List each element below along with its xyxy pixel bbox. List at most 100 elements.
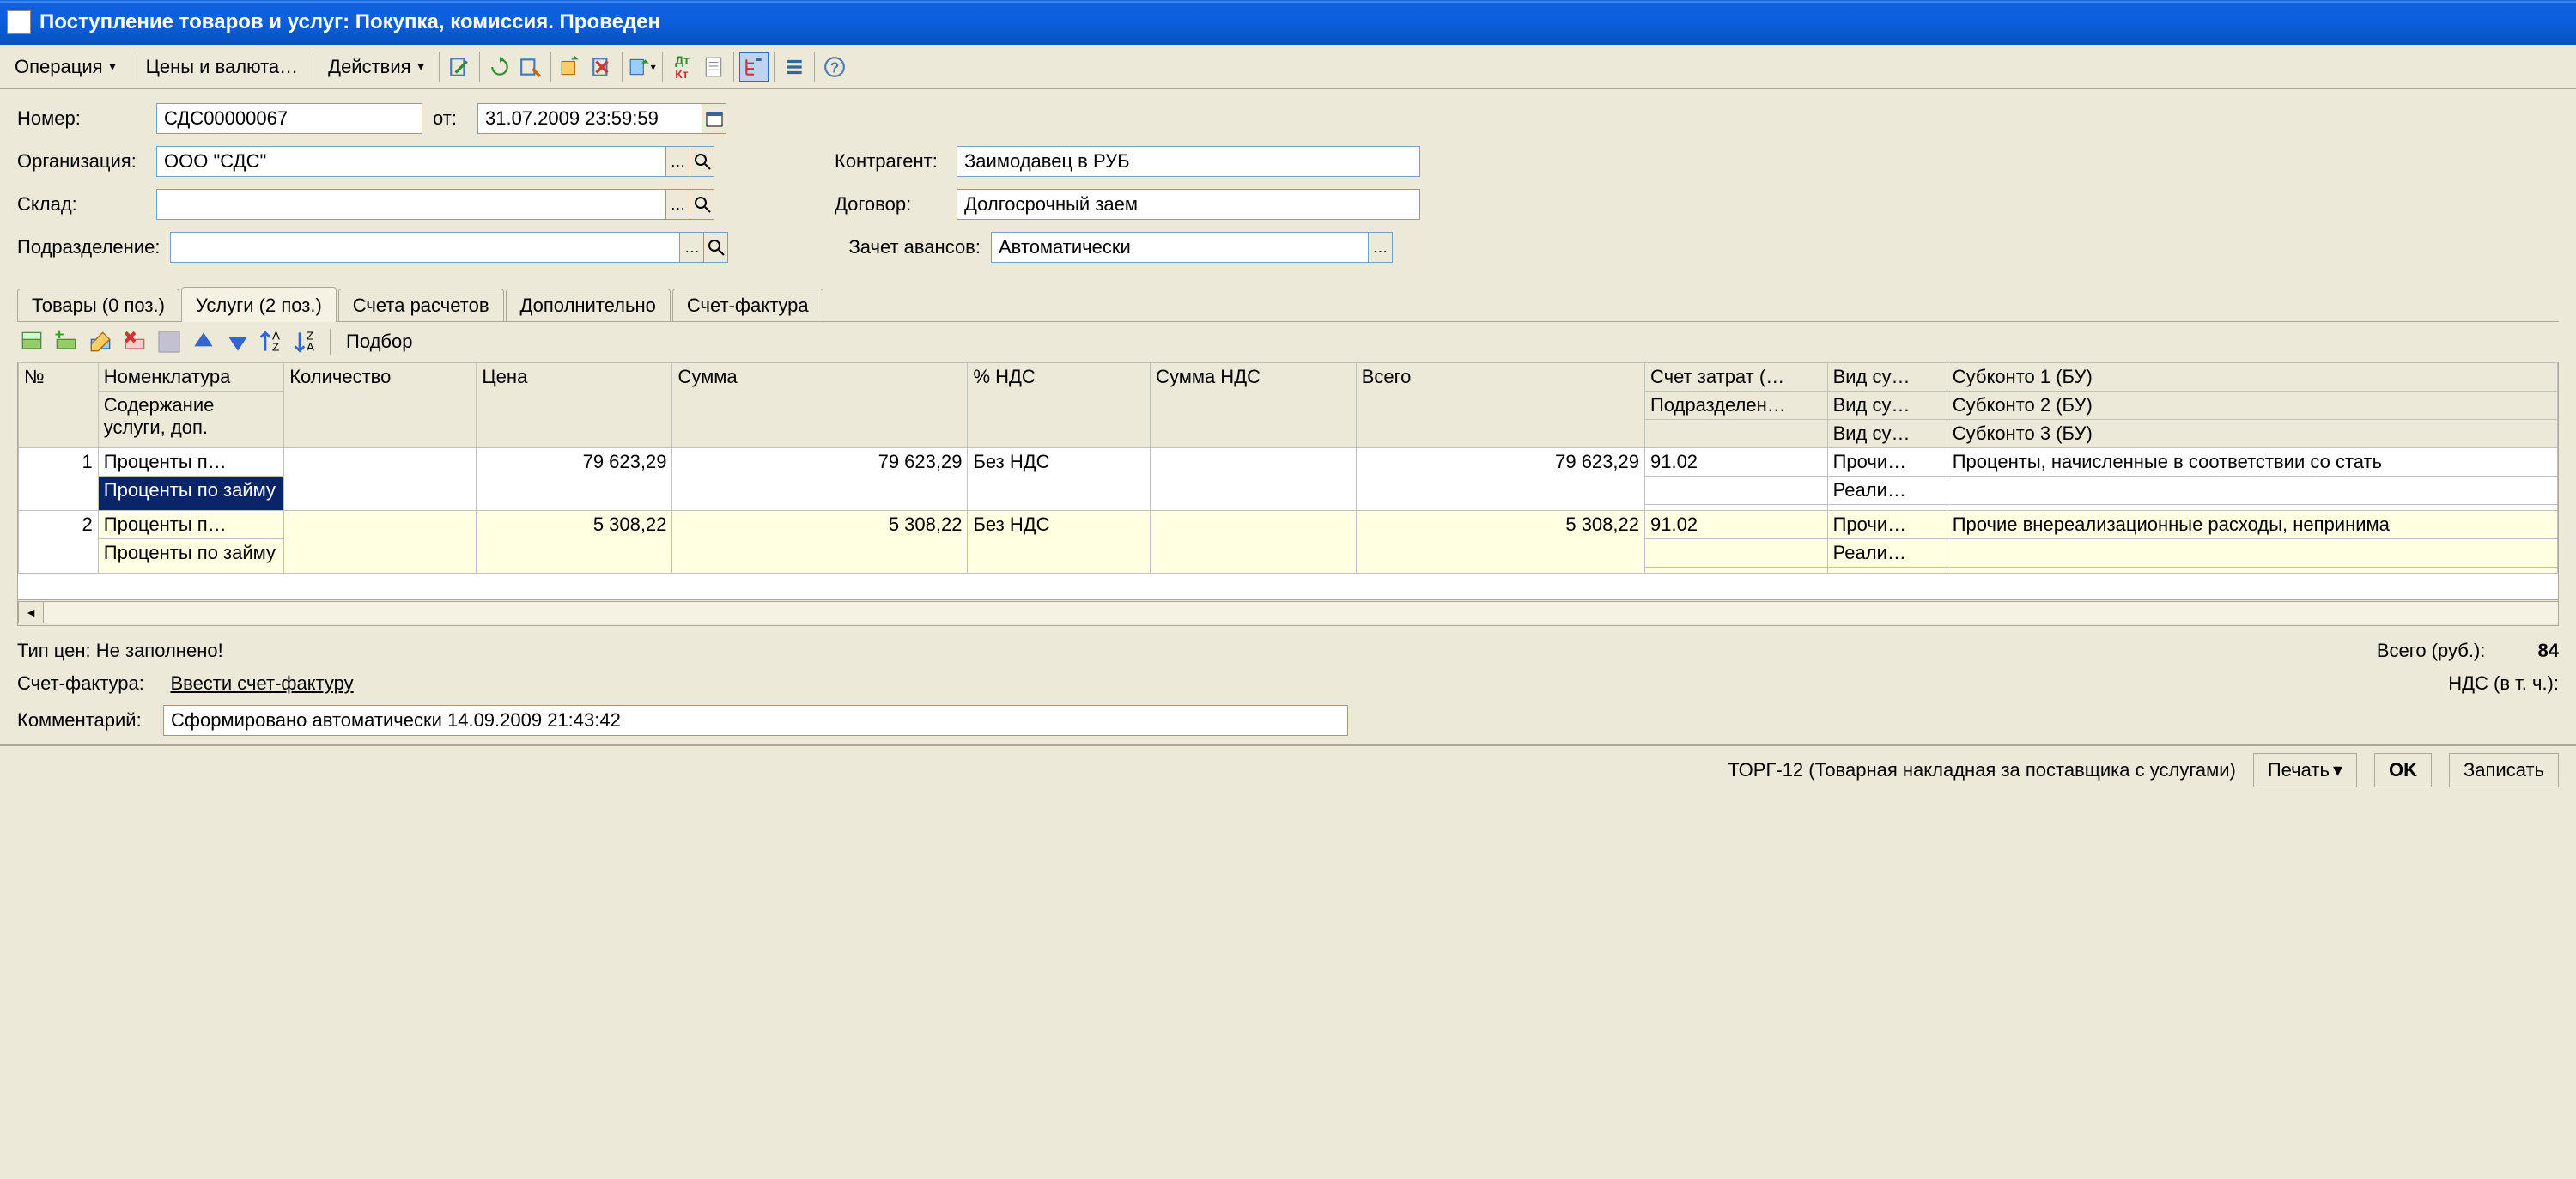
select-button[interactable]: … [680,232,704,263]
cancel-post-icon[interactable] [587,52,617,82]
cell-vid2[interactable]: Реали… [1827,477,1947,505]
magnify-icon[interactable] [704,232,728,263]
cell-vid1[interactable]: Прочи… [1827,448,1947,477]
col-nomenclature[interactable]: Номенклатура [98,363,283,392]
add-copy-icon[interactable]: + [52,327,81,356]
cell-total[interactable]: 5 308,22 [1356,511,1644,574]
cell-sub3[interactable] [1947,505,2557,511]
cell-sub2[interactable] [1947,539,2557,568]
operation-menu[interactable]: Операция▾ [5,50,125,84]
cell-nomenclature[interactable]: Проценты п… [98,448,283,477]
enter-invoice-link[interactable]: Ввести счет-фактуру [170,672,353,694]
col-total[interactable]: Всего [1356,363,1644,448]
calendar-icon[interactable] [702,103,726,134]
cell-sub1[interactable]: Проценты, начисленные в соответствии со … [1947,448,2557,477]
date-input[interactable] [477,103,702,134]
col-sub2[interactable]: Субконто 2 (БУ) [1947,392,2557,420]
ok-button[interactable]: OK [2374,753,2432,787]
col-dept2[interactable]: Подразделен… [1644,392,1827,420]
cell-vat-sum[interactable] [1151,448,1357,511]
counterparty-input[interactable] [957,146,1420,177]
cell-empty[interactable] [1644,568,1827,574]
col-qty[interactable]: Количество [284,363,477,448]
tab-goods[interactable]: Товары (0 поз.) [17,289,179,322]
post-icon[interactable] [445,52,474,82]
add-row-icon[interactable] [17,327,46,356]
save-row-icon[interactable] [155,327,184,356]
col-price[interactable]: Цена [477,363,672,448]
cell-sum[interactable]: 5 308,22 [672,511,968,574]
print-button[interactable]: Печать▾ [2253,753,2357,787]
prices-currency-button[interactable]: Цены и валюта… [137,50,308,84]
tree-icon[interactable] [739,52,769,82]
find-icon[interactable] [516,52,545,82]
scroll-track[interactable] [44,601,2558,623]
cell-vat-sum[interactable] [1151,511,1357,574]
col-sum[interactable]: Сумма [672,363,968,448]
cell-vat-pct[interactable]: Без НДС [968,511,1151,574]
horizontal-scrollbar[interactable]: ◄ [18,599,2558,625]
comment-input[interactable] [163,705,1348,736]
cell-sub2[interactable] [1947,477,2557,505]
col-vid3[interactable]: Вид су… [1827,420,1947,448]
select-button[interactable]: … [666,146,690,177]
col-no[interactable]: № [19,363,99,448]
move-down-icon[interactable] [223,327,252,356]
sort-asc-icon[interactable]: AZ [258,327,287,356]
list-icon[interactable] [780,52,809,82]
col-vat-sum[interactable]: Сумма НДС [1151,363,1357,448]
tab-additional[interactable]: Дополнительно [506,289,671,322]
cell-vid2[interactable]: Реали… [1827,539,1947,568]
cell-sum[interactable]: 79 623,29 [672,448,968,511]
col-sub3[interactable]: Субконто 3 (БУ) [1947,420,2557,448]
help-icon[interactable]: ? [820,52,849,82]
tab-accounts[interactable]: Счета расчетов [338,289,504,322]
col-service-desc[interactable]: Содержание услуги, доп. [98,392,283,448]
actions-menu[interactable]: Действия▾ [319,50,433,84]
select-button[interactable]: … [1369,232,1393,263]
tab-services[interactable]: Услуги (2 поз.) [181,287,337,322]
sort-desc-icon[interactable]: ZA [292,327,321,356]
cell-empty[interactable] [1644,505,1827,511]
cell-qty[interactable] [284,511,477,574]
cell-sub1[interactable]: Прочие внереализационные расходы, неприн… [1947,511,2557,539]
magnify-icon[interactable] [690,189,714,220]
cell-cost-account[interactable]: 91.02 [1644,511,1827,539]
number-input[interactable] [156,103,422,134]
cell-sub3[interactable] [1947,568,2557,574]
selection-button[interactable]: Подбор [339,327,419,356]
cell-dept2[interactable] [1644,539,1827,568]
save-button[interactable]: Записать [2449,753,2559,787]
org-input[interactable] [156,146,666,177]
dt-kt-icon[interactable]: ДтКт [668,52,697,82]
report-icon[interactable] [699,52,728,82]
warehouse-input[interactable] [156,189,666,220]
cell-no[interactable]: 1 [19,448,99,511]
col-vid2[interactable]: Вид су… [1827,392,1947,420]
tab-invoice[interactable]: Счет-фактура [672,289,823,322]
magnify-icon[interactable] [690,146,714,177]
cell-service-desc-selected[interactable]: Проценты по займу [98,477,283,511]
structure-icon[interactable]: ▾ [628,52,657,82]
col-empty[interactable] [1644,420,1827,448]
advance-input[interactable] [991,232,1369,263]
refresh-icon[interactable] [485,52,514,82]
edit-row-icon[interactable] [86,327,115,356]
col-cost-account[interactable]: Счет затрат (… [1644,363,1827,392]
cell-dept2[interactable] [1644,477,1827,505]
delete-row-icon[interactable] [120,327,149,356]
col-sub1[interactable]: Субконто 1 (БУ) [1947,363,2557,392]
col-vat-pct[interactable]: % НДС [968,363,1151,448]
cell-vid3[interactable] [1827,568,1947,574]
cell-total[interactable]: 79 623,29 [1356,448,1644,511]
cell-price[interactable]: 79 623,29 [477,448,672,511]
cell-nomenclature[interactable]: Проценты п… [98,511,283,539]
cell-vid3[interactable] [1827,505,1947,511]
cell-qty[interactable] [284,448,477,511]
cell-service-desc[interactable]: Проценты по займу [98,539,283,574]
cell-price[interactable]: 5 308,22 [477,511,672,574]
cell-no[interactable]: 2 [19,511,99,574]
cell-vid1[interactable]: Прочи… [1827,511,1947,539]
scroll-left-icon[interactable]: ◄ [18,601,44,623]
move-up-icon[interactable] [189,327,218,356]
